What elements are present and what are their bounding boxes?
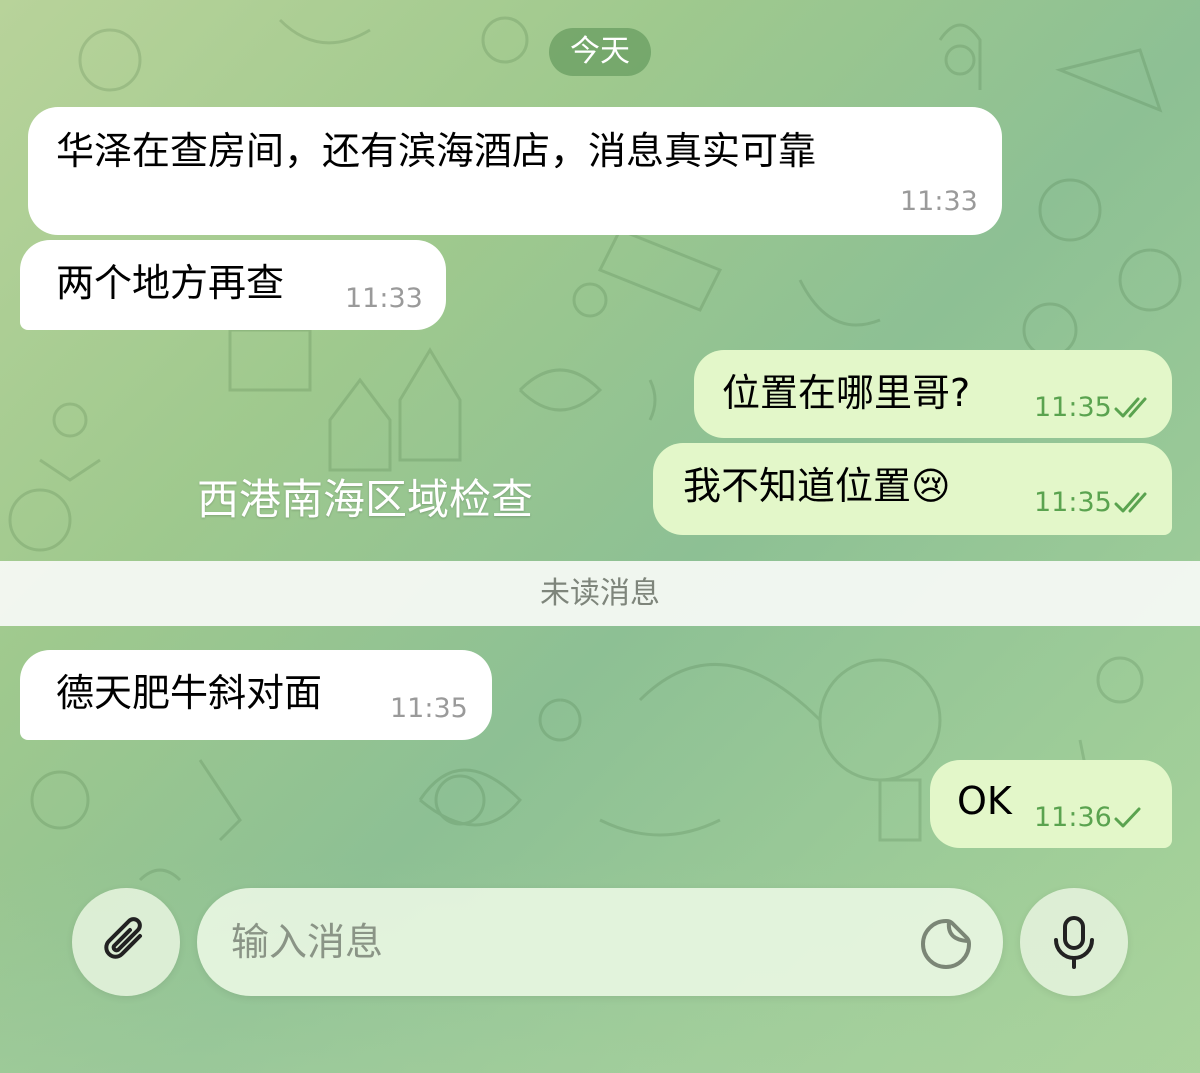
message-text: 我不知道位置😢 <box>683 464 951 508</box>
message-time: 11:35 <box>1034 392 1112 423</box>
message-time: 11:33 <box>345 283 423 314</box>
message-time: 11:36 <box>1034 802 1112 833</box>
message-text: 位置在哪里哥? <box>722 371 971 415</box>
outgoing-message-bubble[interactable]: OK 11:36 <box>930 760 1172 848</box>
message-input[interactable]: 输入消息 <box>197 888 1003 996</box>
single-check-icon <box>1114 807 1141 828</box>
message-time: 11:33 <box>900 186 978 217</box>
date-header-badge: 今天 <box>549 28 651 76</box>
chat-window: 今天 华泽在查房间，还有滨海酒店，消息真实可靠 11:33 两个地方再查 11:… <box>0 0 1200 1073</box>
sticker-icon[interactable] <box>919 917 973 971</box>
outgoing-message-bubble[interactable]: 位置在哪里哥? 11:35 <box>694 350 1172 438</box>
message-text: 华泽在查房间，还有滨海酒店，消息真实可靠 <box>56 129 817 173</box>
image-caption-overlay: 西港南海区域检查 <box>197 475 534 524</box>
message-input-placeholder: 输入消息 <box>231 920 384 964</box>
incoming-message-bubble[interactable]: 两个地方再查 11:33 <box>20 240 446 330</box>
message-text: OK <box>957 779 1012 823</box>
message-time: 11:35 <box>390 693 468 724</box>
outgoing-message-bubble[interactable]: 我不知道位置😢 11:35 <box>653 443 1172 535</box>
message-time: 11:35 <box>1034 487 1112 518</box>
double-check-icon <box>1114 492 1147 513</box>
paperclip-icon <box>104 917 142 959</box>
microphone-icon <box>1054 916 1094 969</box>
double-check-icon <box>1114 397 1147 418</box>
unread-messages-divider: 未读消息 <box>0 561 1200 626</box>
incoming-message-bubble[interactable]: 德天肥牛斜对面 11:35 <box>20 650 492 740</box>
unread-divider-label: 未读消息 <box>540 576 660 611</box>
message-text: 德天肥牛斜对面 <box>56 671 323 715</box>
voice-record-button[interactable] <box>1020 888 1128 996</box>
attach-button[interactable] <box>72 888 180 996</box>
message-text: 两个地方再查 <box>56 261 285 305</box>
incoming-message-bubble[interactable]: 华泽在查房间，还有滨海酒店，消息真实可靠 11:33 <box>28 107 1002 235</box>
